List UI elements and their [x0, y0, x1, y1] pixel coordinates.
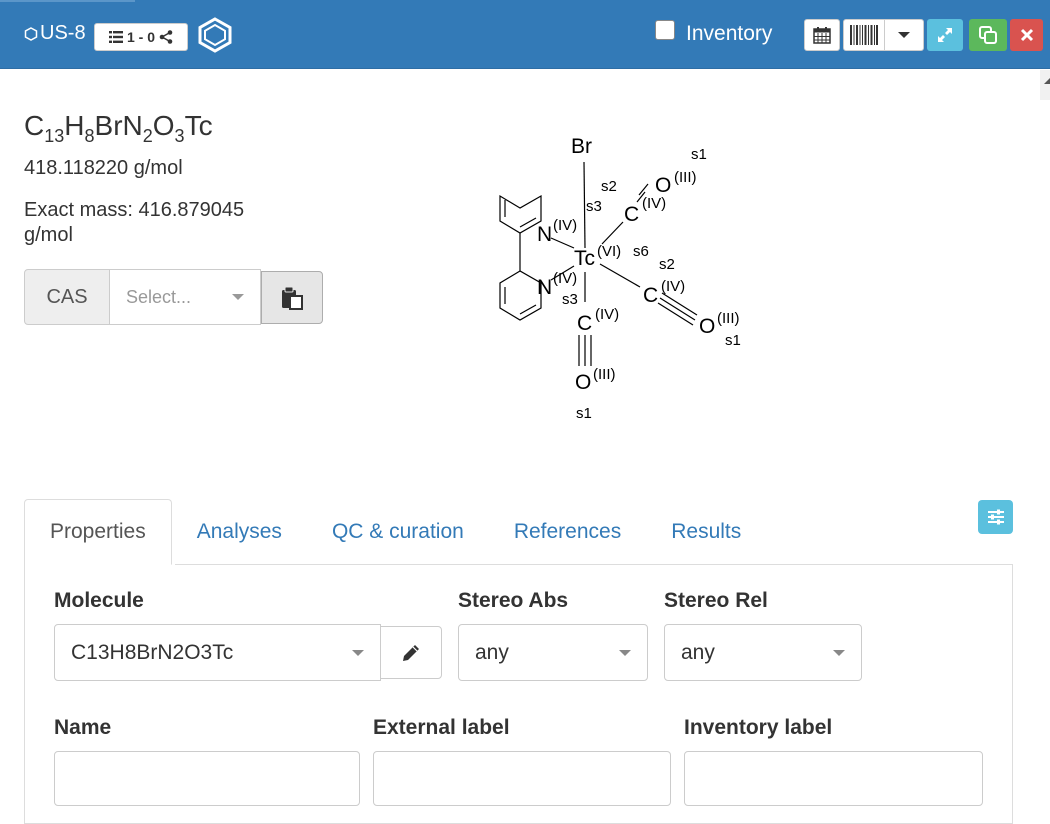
tab-settings-button[interactable]: [978, 500, 1013, 534]
close-icon: [1020, 28, 1033, 42]
tab-results[interactable]: Results: [646, 499, 766, 565]
badge-count: 1 - 0: [126, 29, 155, 45]
tab-references[interactable]: References: [489, 499, 646, 565]
atom-c3: C: [577, 312, 592, 335]
exact-mass: Exact mass: 416.879045 g/mol: [24, 199, 245, 246]
paste-cas-button[interactable]: [261, 271, 323, 324]
barcode-dropdown-button[interactable]: [884, 19, 924, 51]
atom-br: Br: [571, 135, 592, 158]
atom-c2: C: [643, 284, 658, 307]
chevron-down-icon: [352, 649, 364, 656]
atom-c1: C: [624, 203, 639, 226]
shell-label: s1: [725, 332, 741, 349]
o1-oxidation: (III): [674, 169, 697, 186]
atom-n1: N: [537, 223, 552, 246]
shell-label: s3: [586, 198, 602, 215]
chevron-down-icon: [232, 294, 244, 300]
tab-properties[interactable]: Properties: [24, 499, 172, 565]
caret-down-icon: [898, 32, 910, 38]
c3-oxidation: (IV): [595, 306, 619, 323]
atom-o1: O: [655, 174, 671, 197]
scroll-up-arrow-icon: [1044, 78, 1050, 84]
benzene-ring-icon[interactable]: [196, 17, 234, 53]
calendar-icon: [813, 27, 831, 44]
molecule-label: Molecule: [54, 589, 144, 612]
n2-oxidation: (IV): [553, 270, 577, 287]
cas-group: CAS Select...: [24, 269, 323, 325]
expand-icon: [938, 28, 952, 42]
atom-n2: N: [537, 276, 552, 299]
shell-label: s2: [601, 178, 617, 195]
inventory-label-input[interactable]: [684, 751, 983, 806]
stereo-abs-label: Stereo Abs: [458, 589, 569, 612]
external-label-label: External label: [373, 716, 510, 739]
name-label: Name: [54, 716, 112, 739]
header-accent-line: [0, 0, 135, 2]
inventory-checkbox[interactable]: [655, 20, 675, 40]
sample-title[interactable]: US-8: [24, 22, 86, 45]
tc-oxidation: (VI): [597, 243, 621, 260]
sample-id: US-8: [40, 22, 86, 44]
molecular-formula: C13H8BrN2O3Tc: [24, 110, 213, 146]
c2-oxidation: (IV): [661, 278, 685, 295]
molecule-select[interactable]: C13H8BrN2O3Tc: [54, 624, 381, 681]
chevron-down-icon: [833, 649, 845, 656]
element-count-badge[interactable]: 1 - 0: [94, 23, 188, 51]
edit-molecule-button[interactable]: [380, 626, 442, 679]
tab-analyses[interactable]: Analyses: [172, 499, 307, 565]
molecule-structure[interactable]: Br Tc N N C C C O O O (IV) (IV) (VI) s6 …: [485, 120, 785, 430]
sliders-icon: [987, 509, 1004, 525]
copy-button[interactable]: [969, 19, 1007, 51]
cas-select[interactable]: Select...: [110, 269, 261, 325]
barcode-icon: [850, 25, 878, 45]
clipboard-icon: [282, 286, 303, 310]
external-label-input[interactable]: [373, 751, 671, 806]
expand-button[interactable]: [927, 19, 963, 51]
list-icon: [108, 31, 123, 43]
inventory-label: Inventory: [686, 22, 773, 45]
sample-icon: [24, 26, 38, 41]
stereo-rel-label: Stereo Rel: [664, 589, 768, 612]
n1-oxidation: (IV): [553, 217, 577, 234]
detail-tabs: Properties Analyses QC & curation Refere…: [24, 499, 766, 565]
pencil-icon: [403, 644, 419, 661]
calendar-button[interactable]: [804, 19, 840, 51]
inventory-label-label: Inventory label: [684, 716, 833, 739]
shell-label: s1: [691, 146, 707, 163]
shell-label: s1: [576, 405, 592, 422]
molecule-value: C13H8BrN2O3Tc: [71, 640, 234, 664]
copy-icon: [979, 26, 997, 44]
o3-oxidation: (III): [593, 366, 616, 383]
stereo-abs-select[interactable]: any: [458, 624, 648, 681]
o2-oxidation: (III): [717, 310, 740, 327]
stereo-abs-value: any: [475, 640, 509, 664]
shell-label: s2: [659, 256, 675, 273]
chevron-down-icon: [619, 649, 631, 656]
stereo-rel-select[interactable]: any: [664, 624, 862, 681]
shell-label: s3: [562, 291, 578, 308]
close-button[interactable]: [1010, 19, 1043, 51]
sample-header: US-8 1 - 0 Inventory: [0, 0, 1050, 69]
barcode-button[interactable]: [843, 19, 885, 51]
atom-o2: O: [699, 315, 715, 338]
cas-label: CAS: [24, 269, 110, 325]
stereo-rel-value: any: [681, 640, 715, 664]
tc-shell: s6: [633, 243, 649, 260]
molecular-weight: 418.118220 g/mol: [24, 157, 183, 179]
c1-oxidation: (IV): [642, 195, 666, 212]
name-input[interactable]: [54, 751, 360, 806]
share-icon: [159, 30, 173, 44]
atom-tc: Tc: [574, 247, 595, 270]
scrollbar[interactable]: [1040, 70, 1050, 100]
tab-qc-curation[interactable]: QC & curation: [307, 499, 489, 565]
atom-o3: O: [575, 371, 591, 394]
cas-placeholder: Select...: [126, 286, 192, 307]
